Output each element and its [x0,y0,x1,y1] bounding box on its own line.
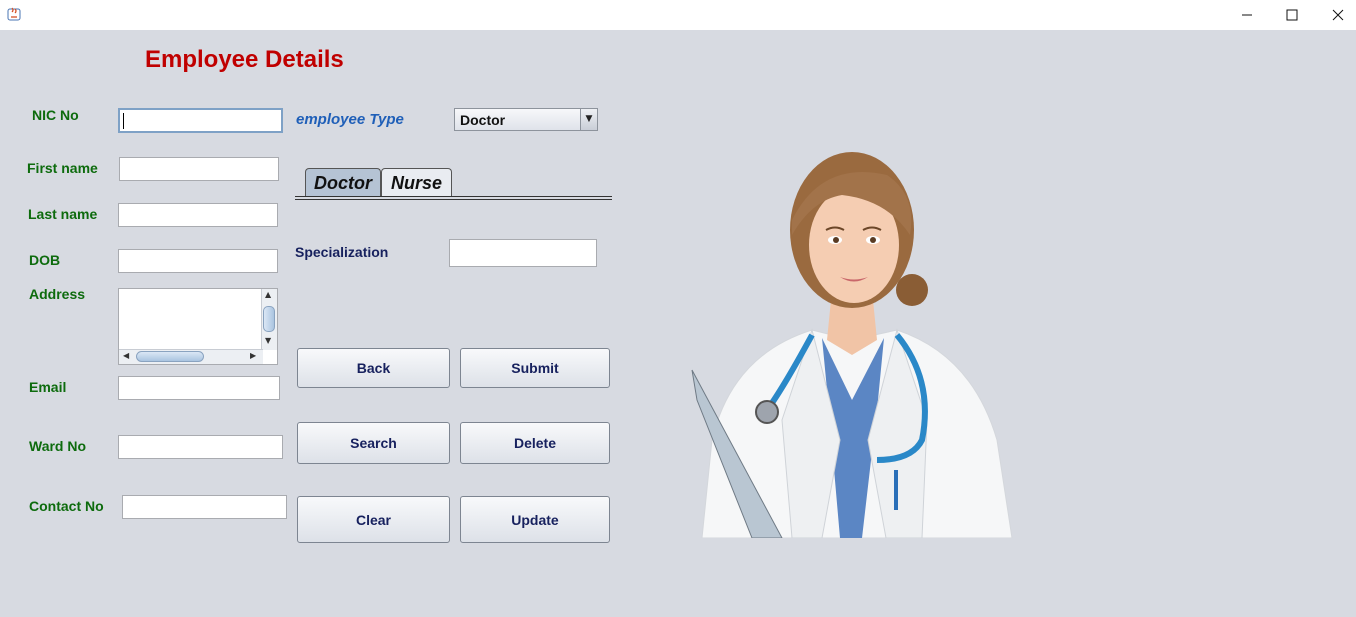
tab-divider [295,196,612,200]
back-button[interactable]: Back [297,348,450,388]
specialization-label: Specialization [295,244,389,260]
ward-label: Ward No [29,438,87,454]
employee-type-selected: Doctor [460,112,506,128]
close-icon[interactable] [1315,0,1356,30]
employee-type-label: employee Type [296,111,404,128]
scroll-left-icon[interactable]: ◀ [123,351,129,360]
email-label: Email [29,379,67,395]
clear-button[interactable]: Clear [297,496,450,543]
vertical-scroll-thumb[interactable] [263,306,275,332]
minimize-icon[interactable] [1224,0,1270,30]
contact-field[interactable] [122,495,287,519]
text-caret [123,113,124,129]
address-vertical-scrollbar[interactable]: ▲ ▼ [261,289,277,350]
update-button[interactable]: Update [460,496,610,543]
tab-doctor[interactable]: Doctor [305,168,381,197]
employee-type-select[interactable]: Doctor ▼ [454,108,598,131]
scroll-up-icon[interactable]: ▲ [265,290,271,299]
last-name-label: Last name [28,206,98,222]
dob-label: DOB [29,252,61,268]
java-icon [7,7,21,21]
scroll-down-icon[interactable]: ▼ [265,336,271,345]
horizontal-scroll-thumb[interactable] [136,351,204,362]
window-titlebar [0,0,1356,30]
search-button[interactable]: Search [297,422,450,464]
first-name-label: First name [27,160,98,176]
last-name-field[interactable] [118,203,278,227]
dob-field[interactable] [118,249,278,273]
contact-label: Contact No [29,498,104,514]
specialization-field[interactable] [449,239,597,267]
scroll-right-icon[interactable]: ▶ [250,351,256,360]
doctor-image [672,140,1034,538]
submit-button[interactable]: Submit [460,348,610,388]
address-textarea[interactable]: ▲ ▼ ◀ ▶ [118,288,278,365]
tab-nurse[interactable]: Nurse [381,168,452,197]
nic-label: NIC No [32,107,79,123]
first-name-field[interactable] [119,157,279,181]
nic-field[interactable] [118,108,283,133]
delete-button[interactable]: Delete [460,422,610,464]
address-horizontal-scrollbar[interactable]: ◀ ▶ [119,349,263,364]
maximize-icon[interactable] [1269,0,1315,30]
ward-field[interactable] [118,435,283,459]
address-label: Address [29,286,86,302]
email-field[interactable] [118,376,280,400]
chevron-down-icon[interactable]: ▼ [580,109,597,130]
page-title: Employee Details [145,46,344,73]
